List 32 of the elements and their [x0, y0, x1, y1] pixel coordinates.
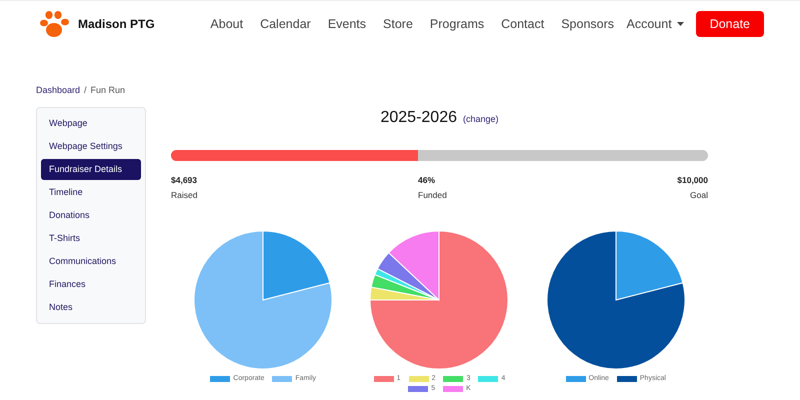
- nav-link[interactable]: Programs: [421, 17, 493, 31]
- sidebar-item[interactable]: Webpage: [41, 113, 141, 134]
- nav-link[interactable]: Store: [374, 17, 422, 31]
- nav-link[interactable]: About: [202, 17, 252, 31]
- nav-link[interactable]: Sponsors: [552, 17, 623, 31]
- breadcrumb-link[interactable]: Dashboard: [36, 85, 80, 95]
- nav-link[interactable]: Events: [319, 17, 375, 31]
- funded-label: Funded: [418, 190, 447, 200]
- nav-link[interactable]: Calendar: [252, 17, 320, 31]
- sidebar-item[interactable]: T-Shirts: [41, 228, 141, 249]
- goal-amount: $10,000: [677, 175, 708, 185]
- season-title: 2025-2026: [380, 109, 457, 127]
- raised-amount: $4,693: [171, 175, 198, 185]
- raised-label: Raised: [171, 190, 198, 200]
- sidebar-item[interactable]: Donations: [41, 205, 141, 226]
- donate-button[interactable]: Donate: [696, 11, 764, 37]
- sidebar-item[interactable]: Webpage Settings: [41, 136, 141, 157]
- brand-name[interactable]: Madison PTG: [78, 17, 155, 31]
- breadcrumb-current: Fun Run: [90, 85, 126, 95]
- sidebar-item[interactable]: Communications: [41, 251, 141, 272]
- funded-percent: 46%: [418, 175, 436, 185]
- caret-icon: [676, 22, 684, 26]
- change-link[interactable]: (change): [462, 114, 499, 124]
- paw-logo-icon: [38, 10, 70, 38]
- nav-link[interactable]: Contact: [492, 17, 553, 31]
- goal-label: Goal: [690, 190, 708, 200]
- sidebar-item[interactable]: Finances: [41, 274, 141, 295]
- breadcrumb-separator: /: [84, 85, 87, 95]
- sidebar-item[interactable]: Notes: [41, 297, 141, 318]
- sidebar-item[interactable]: Timeline: [41, 182, 141, 203]
- account-menu[interactable]: Account: [622, 17, 692, 31]
- sidebar-item[interactable]: Fundraiser Details: [41, 159, 141, 180]
